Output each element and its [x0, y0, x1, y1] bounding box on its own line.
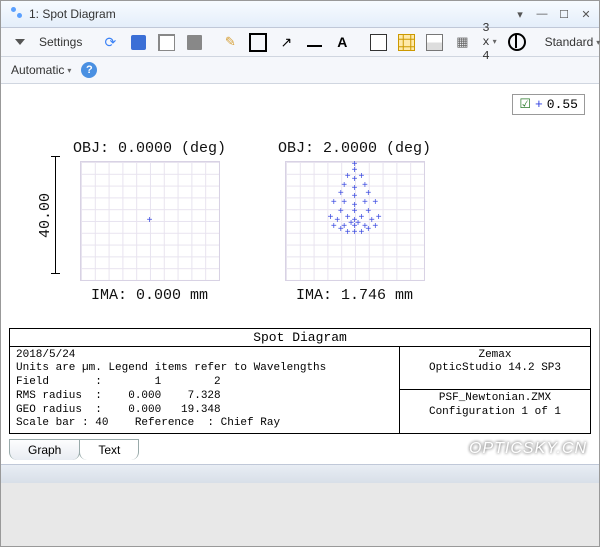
- grid-size-selector[interactable]: 3 x 4▾: [478, 21, 500, 63]
- watermark: OPTICSKY.CN: [469, 440, 587, 458]
- spot-point: +: [359, 213, 365, 223]
- info-software: Zemax OpticStudio 14.2 SP3: [400, 347, 590, 391]
- spot-point: +: [352, 160, 358, 170]
- spot-grid-2: ++++++++++++++++++++++++++++++++++++++: [285, 161, 425, 281]
- grid-icon[interactable]: ▦: [450, 31, 474, 53]
- tab-graph[interactable]: Graph: [9, 439, 80, 460]
- grid-highlight-icon[interactable]: [394, 31, 418, 53]
- spot-point: +: [365, 207, 371, 217]
- spot-point: +: [359, 172, 365, 182]
- spot-point: +: [352, 192, 358, 202]
- spot-point: +: [362, 222, 368, 232]
- spot-plot-field-2: OBJ: 2.0000 (deg) ++++++++++++++++++++++…: [278, 140, 431, 304]
- spot-point: +: [352, 175, 358, 185]
- obj-label-1: OBJ: 0.0000 (deg): [73, 140, 226, 157]
- text-icon[interactable]: A: [330, 31, 354, 53]
- spot-point: +: [352, 201, 358, 211]
- spot-point: +: [341, 222, 347, 232]
- info-left: 2018/5/24 Units are µm. Legend items ref…: [10, 347, 399, 434]
- scale-bar: 40.00: [55, 156, 56, 274]
- target-icon[interactable]: [505, 31, 529, 53]
- info-panel: Spot Diagram 2018/5/24 Units are µm. Leg…: [9, 328, 591, 435]
- automatic-dropdown[interactable]: Automatic▾: [7, 63, 75, 77]
- obj-label-2: OBJ: 2.0000 (deg): [278, 140, 431, 157]
- pencil-icon[interactable]: ✎: [218, 31, 242, 53]
- stack-icon[interactable]: [422, 31, 446, 53]
- save-icon[interactable]: [126, 31, 150, 53]
- main-toolbar: Settings ⟳ ✎ ↗ A ▦ 3 x 4▾ Standard▾: [1, 28, 599, 57]
- print-icon[interactable]: [182, 31, 206, 53]
- ima-label-1: IMA: 0.000 mm: [91, 287, 208, 304]
- spot-point: +: [345, 172, 351, 182]
- checkbox-icon: ☑: [519, 97, 531, 112]
- expand-toggle[interactable]: [7, 31, 31, 53]
- spot-point: +: [362, 198, 368, 208]
- app-icon: [9, 7, 23, 21]
- help-icon[interactable]: ?: [81, 62, 97, 78]
- line-icon[interactable]: [302, 31, 326, 53]
- secondary-toolbar: Automatic▾ ?: [1, 57, 599, 84]
- scale-value: 40.00: [37, 192, 54, 237]
- spot-point: +: [341, 198, 347, 208]
- tab-text[interactable]: Text: [79, 439, 139, 460]
- settings-button[interactable]: Settings: [35, 35, 86, 49]
- spot-point: +: [376, 213, 382, 223]
- spot-point: +: [331, 198, 337, 208]
- spot-point: +: [352, 216, 358, 226]
- status-bar: [1, 464, 599, 483]
- close-button[interactable]: ✕: [579, 7, 593, 21]
- spot-point: +: [338, 207, 344, 217]
- window-title: 1: Spot Diagram: [29, 7, 513, 21]
- plot-area: ☑ + 0.55 40.00 OBJ: 0.0000 (deg) + IMA: …: [1, 84, 599, 464]
- spot-point: +: [352, 184, 358, 194]
- spot-point: +: [341, 181, 347, 191]
- spot-grid-1: +: [80, 161, 220, 281]
- spot-point: +: [345, 213, 351, 223]
- spot-point: +: [147, 216, 153, 226]
- plus-marker-icon: +: [535, 97, 543, 112]
- standard-dropdown[interactable]: Standard▾: [541, 35, 600, 49]
- legend-value: 0.55: [547, 97, 578, 112]
- spot-point: +: [338, 189, 344, 199]
- minimize-button[interactable]: ―: [535, 7, 549, 21]
- info-title: Spot Diagram: [10, 329, 590, 347]
- spot-point: +: [372, 198, 378, 208]
- maximize-button[interactable]: ☐: [557, 7, 571, 21]
- titlebar: 1: Spot Diagram ▾ ― ☐ ✕: [1, 1, 599, 28]
- refresh-icon[interactable]: ⟳: [98, 31, 122, 53]
- window-icon[interactable]: [366, 31, 390, 53]
- bottom-tabs: Graph Text: [9, 439, 138, 460]
- arrow-icon[interactable]: ↗: [274, 31, 298, 53]
- spot-point: +: [327, 213, 333, 223]
- spot-point: +: [334, 216, 340, 226]
- dropdown-icon[interactable]: ▾: [513, 7, 527, 21]
- spot-point: +: [369, 216, 375, 226]
- rectangle-icon[interactable]: [246, 31, 270, 53]
- spot-plot-field-1: OBJ: 0.0000 (deg) + IMA: 0.000 mm: [73, 140, 226, 304]
- info-file: PSF_Newtonian.ZMX Configuration 1 of 1: [400, 390, 590, 433]
- copy-icon[interactable]: [154, 31, 178, 53]
- ima-label-2: IMA: 1.746 mm: [296, 287, 413, 304]
- spot-point: +: [362, 181, 368, 191]
- wavelength-legend[interactable]: ☑ + 0.55: [512, 94, 585, 115]
- spot-point: +: [365, 189, 371, 199]
